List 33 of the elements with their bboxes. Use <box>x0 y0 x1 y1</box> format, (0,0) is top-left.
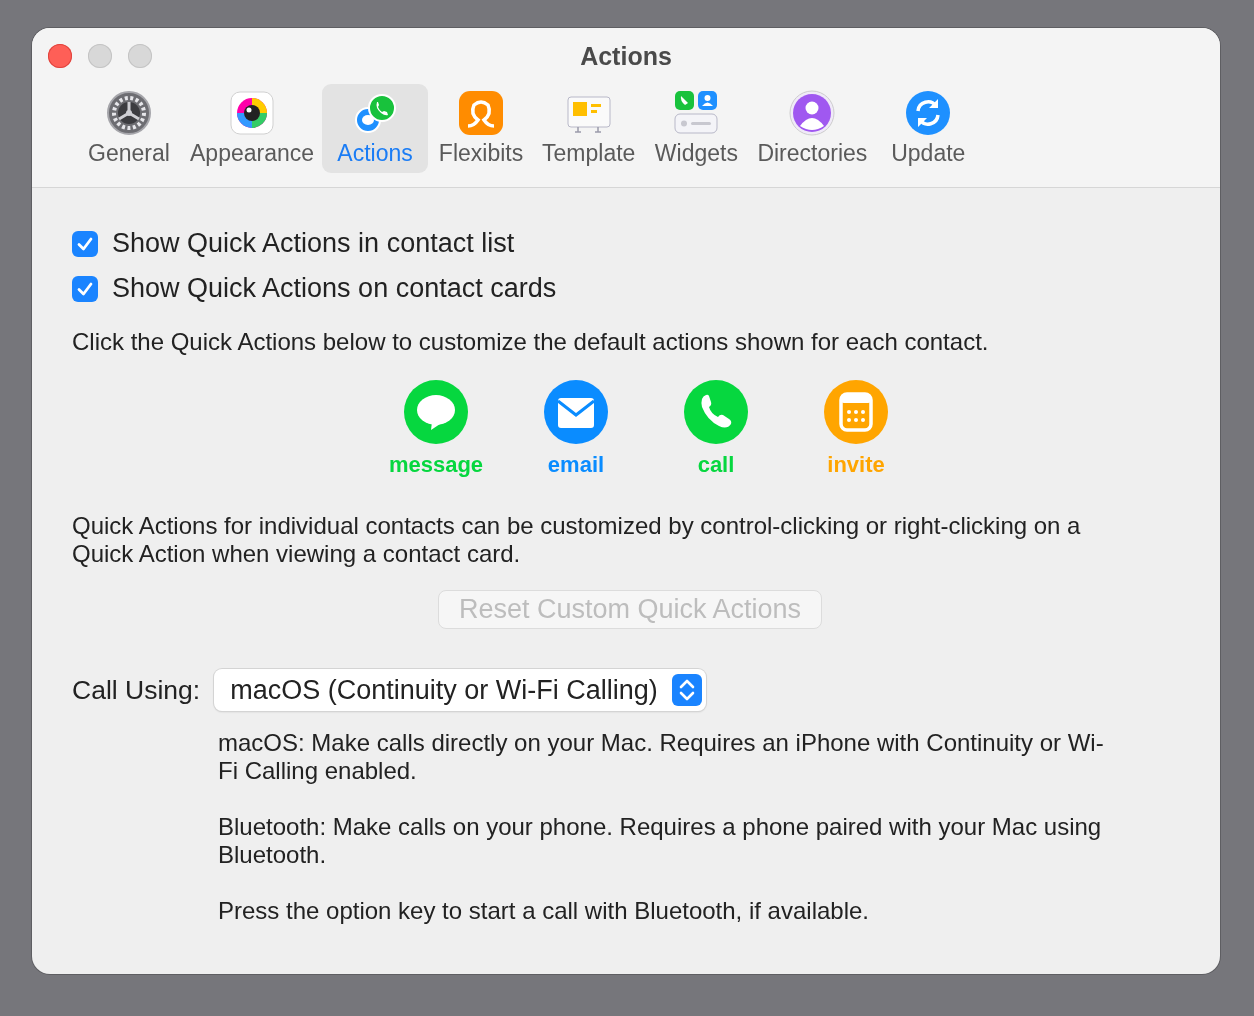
help-text: Quick Actions for individual contacts can be customized by control-clicking or right-clicking on a Quick Action when viewing a contact card. <box>72 512 1082 568</box>
person-icon <box>789 90 836 136</box>
description-text: Bluetooth: Make calls on your phone. Requires a phone paired with your Mac using Bluetooth. <box>218 813 1103 869</box>
envelope-icon[interactable] <box>544 380 608 444</box>
speech-bubble-icon[interactable] <box>404 380 468 444</box>
call-method-dropdown[interactable]: macOS (Continuity or Wi-Fi Calling) <box>214 669 706 711</box>
sync-icon <box>905 90 952 136</box>
call-using-label: Call Using: <box>72 674 201 706</box>
description-text: Press the option key to start a call with Bluetooth, if available. <box>218 897 870 925</box>
toolbar-tab[interactable]: Widgets <box>643 84 750 173</box>
checkbox[interactable] <box>72 275 98 302</box>
checkbox[interactable] <box>72 230 98 257</box>
toolbar-tab[interactable]: Appearance <box>182 84 323 173</box>
toolbar-tab[interactable]: Directories <box>749 84 876 173</box>
instruction-text: Click the Quick Actions below to customize the default actions shown for each contact. <box>72 328 990 356</box>
loop-icon <box>458 90 505 136</box>
widgets-icon <box>673 90 720 136</box>
phone-icon[interactable] <box>684 380 748 444</box>
checkbox-label: Show Quick Actions on contact cards <box>112 273 557 304</box>
gear-icon <box>106 90 152 136</box>
color-wheel-icon <box>229 90 275 136</box>
toolbar-tab[interactable]: General <box>76 84 182 173</box>
toolbar-tab[interactable]: Update <box>875 84 982 173</box>
minimize-button[interactable] <box>88 44 112 68</box>
close-button[interactable] <box>48 44 72 68</box>
toolbar-tab[interactable]: Flexibits <box>428 84 535 173</box>
checkbox-label: Show Quick Actions in contact list <box>112 228 515 259</box>
description-text: macOS: Make calls directly on your Mac. Requires an iPhone with Continuity or Wi-Fi Calling enabled. <box>218 729 1105 785</box>
calendar-icon[interactable] <box>824 380 888 444</box>
zoom-button[interactable] <box>128 44 152 68</box>
toolbar-tab[interactable]: Template <box>534 84 644 173</box>
stepper-icon <box>671 674 702 706</box>
window-title: Actions <box>580 41 672 71</box>
